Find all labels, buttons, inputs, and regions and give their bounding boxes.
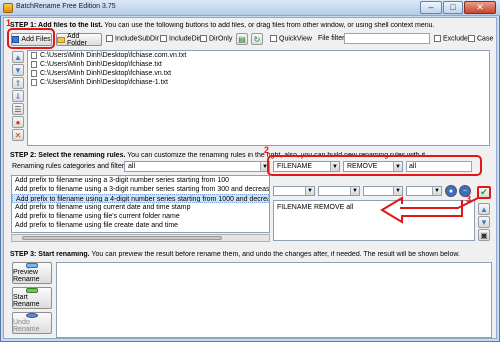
rule-combo-1[interactable]: ▼: [273, 186, 315, 196]
start-icon: [26, 288, 38, 293]
include-dir-option[interactable]: IncludeDir: [160, 35, 201, 42]
file-row[interactable]: C:\Users\Minh Dinh\Desktop\fchiase-1.txt: [28, 78, 489, 87]
move-bottom-icon[interactable]: ⇓: [12, 90, 24, 102]
annotation-arrows: [380, 196, 479, 224]
maximize-button[interactable]: □: [443, 1, 463, 14]
quickview-option[interactable]: QuickView: [270, 35, 312, 42]
minimize-button[interactable]: –: [420, 1, 442, 14]
case-option[interactable]: Case: [468, 35, 493, 42]
file-path: C:\Users\Minh Dinh\Desktop\fchiase.txt: [40, 61, 162, 68]
move-up-icon[interactable]: ▲: [12, 51, 24, 63]
include-subdir-option[interactable]: IncludeSubDir: [106, 35, 159, 42]
rules-scrollbar-thumb[interactable]: [22, 236, 222, 240]
move-top-icon[interactable]: ⇑: [12, 77, 24, 89]
annotation-number-2: 2: [264, 145, 270, 155]
arrow-shape: [380, 196, 463, 224]
rules-list[interactable]: Add prefix to filename using a 3-digit n…: [11, 175, 270, 233]
annotation-number-1: 1: [6, 18, 12, 28]
file-filter-label: File filter:: [318, 35, 347, 42]
exclude-label: Exclude: [443, 35, 468, 43]
case-checkbox[interactable]: [468, 35, 475, 42]
file-row[interactable]: C:\Users\Minh Dinh\Desktop\fchiase.txt: [28, 60, 489, 69]
categories-label: Renaming rules categories and filter:: [12, 163, 127, 170]
step3-header: STEP 3: Start renaming. You can preview …: [10, 251, 490, 258]
step1-header: STEP 1: Add files to the list. You can u…: [10, 22, 490, 29]
text-file-icon: [31, 78, 37, 86]
chevron-down-icon: ▼: [305, 187, 314, 195]
file-row[interactable]: C:\Users\Minh Dinh\Desktop\fchiase.vn.tx…: [28, 69, 489, 78]
quickview-label: QuickView: [279, 35, 312, 43]
rule-row[interactable]: Add prefix to filename using current dat…: [12, 203, 269, 212]
add-folder-button[interactable]: Add Folder: [56, 32, 102, 47]
undo-rename-button[interactable]: Undo Rename: [12, 312, 52, 334]
case-label: Case: [477, 35, 494, 43]
include-dir-checkbox[interactable]: [160, 35, 167, 42]
clear-list-icon[interactable]: ▤: [236, 33, 248, 45]
annotation-box-1: [7, 28, 55, 49]
step3-desc: You can preview the result before rename…: [91, 251, 460, 258]
step3-title: STEP 3: Start renaming.: [10, 251, 90, 258]
preview-rename-button[interactable]: Preview Rename: [12, 262, 52, 284]
file-list[interactable]: C:\Users\Minh Dinh\Desktop\fchiase.com.v…: [27, 50, 490, 146]
dir-only-checkbox[interactable]: [200, 35, 207, 42]
clear-icon[interactable]: ✕: [12, 129, 24, 141]
undo-rename-label: Undo Rename: [13, 319, 40, 333]
dir-only-option[interactable]: DirOnly: [200, 35, 232, 42]
save-rule-icon[interactable]: ▣: [478, 229, 490, 241]
rule-row[interactable]: Add prefix to filename using a 4-digit n…: [12, 194, 269, 203]
file-path: C:\Users\Minh Dinh\Desktop\fchiase.com.v…: [40, 52, 187, 59]
result-list[interactable]: [56, 262, 492, 338]
rule-row[interactable]: Add prefix to filename using file's curr…: [12, 212, 269, 221]
folder-icon: [57, 36, 65, 43]
annotation-box-2: [267, 155, 482, 176]
arrow-line-top: [400, 197, 479, 209]
text-file-icon: [31, 60, 37, 68]
rule-row[interactable]: Add prefix to filename using a 3-digit n…: [12, 185, 269, 194]
preview-rename-label: Preview Rename: [13, 269, 40, 283]
quickview-checkbox[interactable]: [270, 35, 277, 42]
list-view-icon[interactable]: ☰: [12, 103, 24, 115]
app-icon: [3, 3, 13, 13]
close-button[interactable]: ✕: [464, 1, 496, 14]
file-row[interactable]: C:\Users\Minh Dinh\Desktop\fchiase.com.v…: [28, 51, 489, 60]
preview-icon: [26, 263, 38, 268]
file-filter-input[interactable]: [344, 33, 430, 44]
window-title: BatchRename Free Edition 3.75: [16, 3, 116, 10]
remove-icon[interactable]: ●: [12, 116, 24, 128]
include-subdir-label: IncludeSubDir: [115, 35, 159, 43]
exclude-option[interactable]: Exclude: [434, 35, 468, 42]
categories-filter-combo[interactable]: all ▼: [124, 161, 270, 172]
rule-row[interactable]: Add prefix to filename using file create…: [12, 221, 269, 230]
undo-icon: [26, 313, 38, 318]
refresh-icon[interactable]: ↻: [251, 33, 263, 45]
step2-title: STEP 2: Select the renaming rules.: [10, 152, 126, 159]
exclude-checkbox[interactable]: [434, 35, 441, 42]
move-down-icon[interactable]: ▼: [12, 64, 24, 76]
rule-row[interactable]: Add prefix to filename using a 3-digit n…: [12, 176, 269, 185]
file-path: C:\Users\Minh Dinh\Desktop\fchiase-1.txt: [40, 79, 168, 86]
step1-desc: You can use the following buttons to add…: [104, 22, 435, 29]
text-file-icon: [31, 69, 37, 77]
categories-filter-value: all: [128, 163, 136, 170]
file-path: C:\Users\Minh Dinh\Desktop\fchiase.vn.tx…: [40, 70, 172, 77]
start-rename-button[interactable]: Start Rename: [12, 287, 52, 309]
include-dir-label: IncludeDir: [169, 35, 201, 43]
start-rename-label: Start Rename: [13, 294, 40, 308]
text-file-icon: [31, 51, 37, 59]
add-folder-label: Add Folder: [66, 32, 87, 47]
dir-only-label: DirOnly: [209, 35, 233, 43]
include-subdir-checkbox[interactable]: [106, 35, 113, 42]
rules-scrollbar[interactable]: [11, 234, 270, 242]
